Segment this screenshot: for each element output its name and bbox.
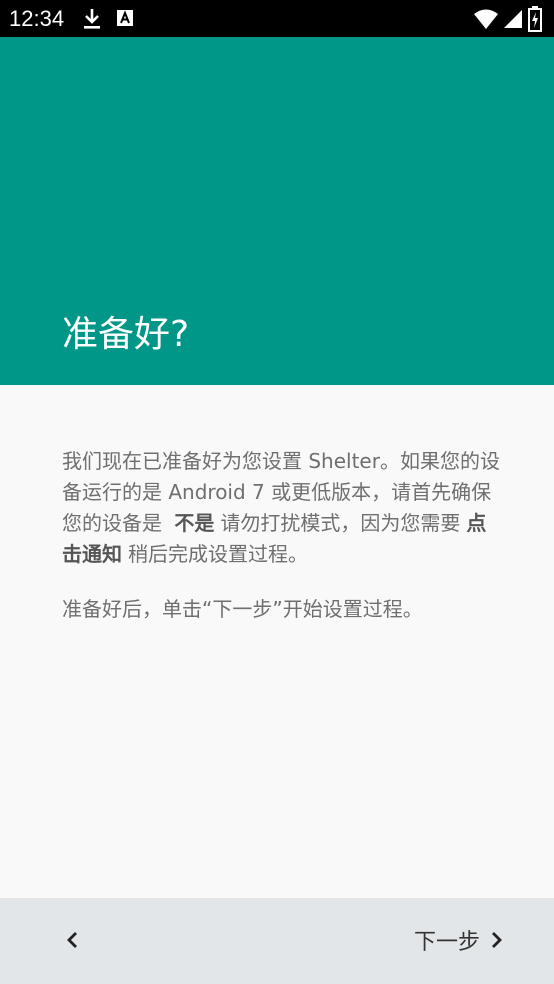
chevron-right-icon xyxy=(490,931,504,949)
chevron-left-icon xyxy=(65,931,79,949)
ready-instruction: 准备好后，单击“下一步”开始设置过程。 xyxy=(62,597,423,621)
header-banner: 准备好? xyxy=(0,37,554,385)
next-label: 下一步 xyxy=(413,930,480,955)
status-bar: 12:34 xyxy=(0,0,554,37)
next-button[interactable]: 下一步 xyxy=(414,918,504,962)
status-time: 12:34 xyxy=(9,6,65,31)
signal-icon xyxy=(504,9,522,29)
intro-text-part: 请勿打扰模式，因为您需要 xyxy=(220,511,461,535)
font-notification-icon xyxy=(116,8,134,30)
intro-text-part: 稍后完成设置过程。 xyxy=(128,542,308,566)
download-icon xyxy=(82,8,102,30)
back-button[interactable] xyxy=(50,918,94,962)
navigation-bar: 下一步 xyxy=(0,898,554,984)
wifi-icon xyxy=(474,9,498,29)
intro-paragraph: 我们现在已准备好为您设置 Shelter。如果您的设备运行的是 Android … xyxy=(62,446,502,570)
page-title: 准备好? xyxy=(62,314,190,355)
battery-charging-icon xyxy=(528,6,542,32)
intro-text: 我们现在已准备好为您设置 Shelter。如果您的设备运行的是 Android … xyxy=(62,446,502,625)
emphasis-not: 不是 xyxy=(174,511,215,535)
